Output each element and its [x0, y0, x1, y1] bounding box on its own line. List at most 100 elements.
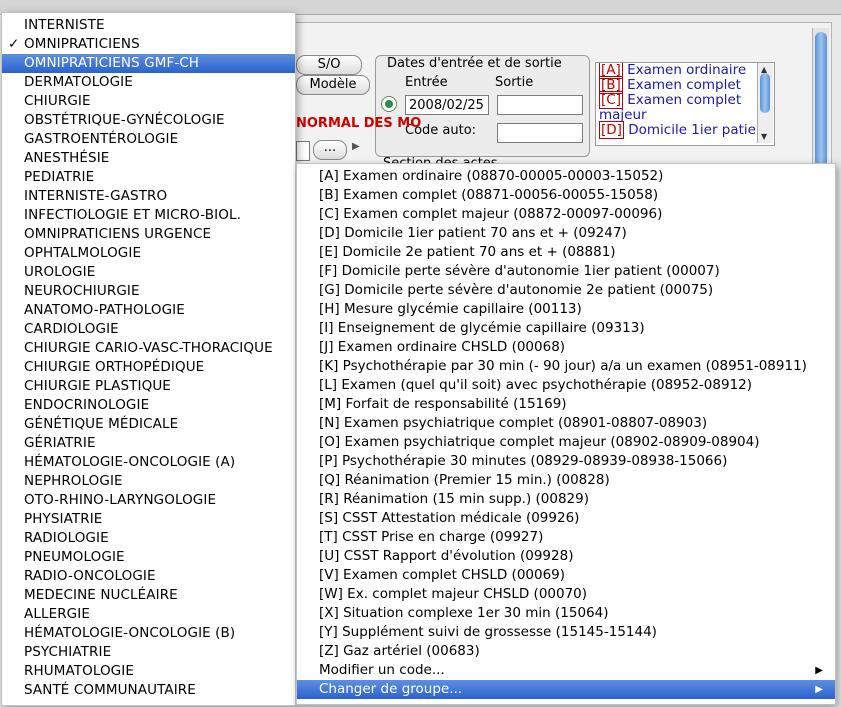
code-menu-item[interactable]: [T] CSST Prise en charge (09927) — [297, 528, 835, 547]
specialty-item[interactable]: OTO-RHINO-LARYNGOLOGIE — [2, 491, 295, 510]
code-menu-item[interactable]: [G] Domicile perte sévère d'autonomie 2e… — [297, 281, 835, 300]
specialty-item-label: UROLOGIE — [24, 264, 96, 280]
code-menu-item[interactable]: [D] Domicile 1ier patient 70 ans et + (0… — [297, 224, 835, 243]
specialty-item[interactable]: CHIURGIE ORTHOPÉDIQUE — [2, 358, 295, 377]
code-menu-item[interactable]: [Z] Gaz artériel (00683) — [297, 642, 835, 661]
list-item[interactable]: [D] Domicile 1ier patient — [596, 121, 774, 139]
specialty-item[interactable]: HÉMATOLOGIE-ONCOLOGIE (A) — [2, 453, 295, 472]
code-menu-item[interactable]: [R] Réanimation (15 min supp.) (00829) — [297, 490, 835, 509]
code-menu-item[interactable]: [K] Psychothérapie par 30 min (- 90 jour… — [297, 357, 835, 376]
codes-scrollbar[interactable]: ▲ ▼ — [757, 63, 773, 143]
specialty-item[interactable]: PHYSIATRIE — [2, 510, 295, 529]
specialty-item-label: OBSTÉTRIQUE-GYNÉCOLOGIE — [24, 112, 225, 128]
code-menu-item[interactable]: [P] Psychothérapie 30 minutes (08929-089… — [297, 452, 835, 471]
specialty-item-label: PEDIATRIE — [24, 169, 95, 185]
code-menu-item[interactable]: [J] Examen ordinaire CHSLD (00068) — [297, 338, 835, 357]
submenu-arrow-icon: ▶ — [815, 665, 823, 676]
specialty-item-label: ENDOCRINOLOGIE — [24, 397, 150, 413]
specialty-item-label: PNEUMOLOGIE — [24, 549, 125, 565]
specialty-item[interactable]: RADIOLOGIE — [2, 529, 295, 548]
code-menu-item[interactable]: [H] Mesure glycémie capillaire (00113) — [297, 300, 835, 319]
code-menu-item[interactable]: [M] Forfait de responsabilité (15169) — [297, 395, 835, 414]
specialty-item[interactable]: INTERNISTE-GASTRO — [2, 187, 295, 206]
change-group-item[interactable]: Changer de groupe... ▶ — [297, 680, 835, 699]
specialty-item[interactable]: CARDIOLOGIE — [2, 320, 295, 339]
specialty-item[interactable]: CHIURGIE PLASTIQUE — [2, 377, 295, 396]
alert-text: NORMAL DES MO — [296, 116, 422, 131]
code-menu-item[interactable]: [X] Situation complexe 1er 30 min (15064… — [297, 604, 835, 623]
specialty-item[interactable]: OPHTALMOLOGIE — [2, 244, 295, 263]
specialty-item[interactable]: GÉNÉTIQUE MÉDICALE — [2, 415, 295, 434]
specialty-item[interactable]: UROLOGIE — [2, 263, 295, 282]
triangle-right-icon[interactable]: ▶ — [352, 141, 360, 152]
so-button[interactable]: S/O — [296, 55, 362, 75]
specialty-item[interactable]: ENDOCRINOLOGIE — [2, 396, 295, 415]
code-menu-item[interactable]: [A] Examen ordinaire (08870-00005-00003-… — [297, 167, 835, 186]
specialty-item[interactable]: HÉMATOLOGIE-ONCOLOGIE (B) — [2, 624, 295, 643]
specialty-item-label: CARDIOLOGIE — [24, 321, 119, 337]
code-menu-item[interactable]: [N] Examen psychiatrique complet (08901-… — [297, 414, 835, 433]
specialty-item[interactable]: INTERNISTE — [2, 16, 295, 35]
specialty-item[interactable]: GÉRIATRIE — [2, 434, 295, 453]
specialty-item[interactable]: ALLERGIE — [2, 605, 295, 624]
specialty-item[interactable]: RADIO-ONCOLOGIE — [2, 567, 295, 586]
change-group-item-label: Changer de groupe... — [319, 681, 463, 697]
code-menu-item[interactable]: [B] Examen complet (08871-00056-00055-15… — [297, 186, 835, 205]
specialty-item-label: RHUMATOLOGIE — [24, 663, 134, 679]
ellipsis-button[interactable]: ... — [313, 140, 347, 160]
specialty-item[interactable]: GASTROENTÉROLOGIE — [2, 130, 295, 149]
specialty-item[interactable]: ANATOMO-PATHOLOGIE — [2, 301, 295, 320]
specialty-item-label: RADIO-ONCOLOGIE — [24, 568, 156, 584]
specialty-item[interactable]: OMNIPRATICIENS GMF-CH — [2, 54, 295, 73]
scroll-thumb[interactable] — [760, 73, 770, 113]
specialty-item[interactable]: INFECTIOLOGIE ET MICRO-BIOL. — [2, 206, 295, 225]
codes-listbox[interactable]: [A] Examen ordinaire [B] Examen complet … — [595, 62, 775, 146]
code-menu-item[interactable]: [Q] Réanimation (Premier 15 min.) (00828… — [297, 471, 835, 490]
specialty-item[interactable]: CHIURGIE CARIO-VASC-THORACIQUE — [2, 339, 295, 358]
specialty-item-label: HÉMATOLOGIE-ONCOLOGIE (A) — [24, 454, 236, 470]
specialty-item[interactable]: NEPHROLOGIE — [2, 472, 295, 491]
specialty-item[interactable]: DERMATOLOGIE — [2, 73, 295, 92]
list-item[interactable]: [C] Examen complet majeur — [596, 91, 774, 123]
code-auto-field[interactable] — [497, 123, 583, 143]
entree-label: Entrée — [405, 75, 448, 90]
modify-code-item[interactable]: Modifier un code... ▶ — [297, 661, 835, 680]
specialty-item[interactable]: NEUROCHIURGIE — [2, 282, 295, 301]
entree-radio[interactable] — [381, 96, 397, 112]
specialty-item[interactable]: PEDIATRIE — [2, 168, 295, 187]
scroll-down-icon[interactable]: ▼ — [761, 132, 767, 141]
code-menu-item[interactable]: [V] Examen complet CHSLD (00069) — [297, 566, 835, 585]
specialty-item[interactable]: ✓ OMNIPRATICIENS — [2, 35, 295, 54]
modify-code-item-label: Modifier un code... — [319, 662, 445, 678]
window-scroll-thumb[interactable] — [815, 32, 827, 172]
specialty-item-label: ANATOMO-PATHOLOGIE — [24, 302, 185, 318]
code-menu-item[interactable]: [U] CSST Rapport d'évolution (09928) — [297, 547, 835, 566]
specialty-item-label: RADIOLOGIE — [24, 530, 109, 546]
code-menu-item[interactable]: [O] Examen psychiatrique complet majeur … — [297, 433, 835, 452]
small-input[interactable] — [296, 141, 310, 161]
specialty-item-label: INTERNISTE — [24, 17, 105, 33]
specialty-item[interactable]: PNEUMOLOGIE — [2, 548, 295, 567]
specialty-item[interactable]: OBSTÉTRIQUE-GYNÉCOLOGIE — [2, 111, 295, 130]
specialty-item-label: INFECTIOLOGIE ET MICRO-BIOL. — [24, 207, 241, 223]
code-menu-item[interactable]: [F] Domicile perte sévère d'autonomie 1i… — [297, 262, 835, 281]
specialty-item[interactable]: CHIURGIE — [2, 92, 295, 111]
specialty-item[interactable]: MEDECINE NUCLÉAIRE — [2, 586, 295, 605]
code-menu-item[interactable]: [W] Ex. complet majeur CHSLD (00070) — [297, 585, 835, 604]
code-menu-item[interactable]: [E] Domicile 2e patient 70 ans et + (088… — [297, 243, 835, 262]
modele-button[interactable]: Modèle — [296, 75, 370, 95]
code-menu-item[interactable]: [Y] Supplément suivi de grossesse (15145… — [297, 623, 835, 642]
code-menu-item[interactable]: [C] Examen complet majeur (08872-00097-0… — [297, 205, 835, 224]
dates-title: Dates d'entrée et de sortie — [387, 56, 562, 71]
specialty-item[interactable]: OMNIPRATICIENS URGENCE — [2, 225, 295, 244]
specialty-item[interactable]: RHUMATOLOGIE — [2, 662, 295, 681]
specialty-item[interactable]: SANTÉ COMMUNAUTAIRE — [2, 681, 295, 700]
specialty-item[interactable]: PSYCHIATRIE — [2, 643, 295, 662]
specialty-item-label: GÉRIATRIE — [24, 435, 96, 451]
entree-field[interactable]: 2008/02/25 — [405, 95, 489, 115]
sortie-field[interactable] — [497, 95, 583, 115]
specialty-item[interactable]: ANESTHÉSIE — [2, 149, 295, 168]
code-menu-item[interactable]: [L] Examen (quel qu'il soit) avec psycho… — [297, 376, 835, 395]
code-menu-item[interactable]: [S] CSST Attestation médicale (09926) — [297, 509, 835, 528]
code-menu-item[interactable]: [I] Enseignement de glycémie capillaire … — [297, 319, 835, 338]
